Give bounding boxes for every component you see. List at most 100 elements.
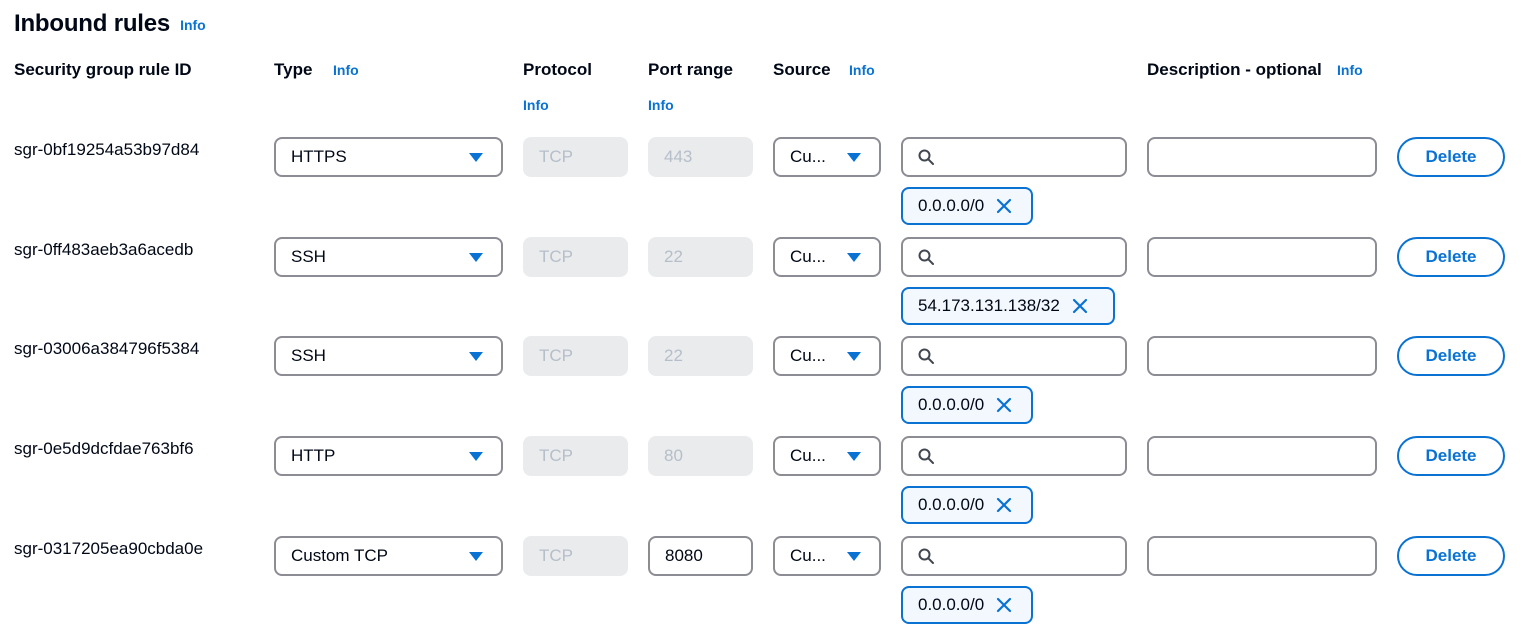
source-type-value: Cu... — [790, 247, 826, 266]
search-icon — [918, 149, 934, 165]
type-select[interactable]: Custom TCP — [274, 536, 503, 576]
source-info-link[interactable]: Info — [849, 62, 875, 78]
source-token: 0.0.0.0/0 — [901, 386, 1033, 424]
type-select[interactable]: HTTPS — [274, 137, 503, 177]
caret-down-icon — [469, 153, 483, 162]
description-input[interactable] — [1147, 137, 1377, 177]
caret-down-icon — [469, 552, 483, 561]
rule-id: sgr-0bf19254a53b97d84 — [14, 140, 200, 159]
description-input[interactable] — [1147, 436, 1377, 476]
type-select[interactable]: SSH — [274, 336, 503, 376]
caret-down-icon — [847, 452, 861, 461]
caret-down-icon — [469, 352, 483, 361]
port-range-value: 80 — [664, 446, 683, 465]
caret-down-icon — [847, 253, 861, 262]
caret-down-icon — [847, 552, 861, 561]
source-type-select[interactable]: Cu... — [773, 237, 881, 277]
source-type-select[interactable]: Cu... — [773, 536, 881, 576]
caret-down-icon — [469, 452, 483, 461]
delete-button[interactable]: Delete — [1397, 237, 1505, 277]
source-search-input[interactable] — [901, 436, 1127, 476]
protocol-value: TCP — [539, 546, 573, 565]
type-info-link[interactable]: Info — [333, 62, 359, 78]
source-type-value: Cu... — [790, 147, 826, 166]
source-type-value: Cu... — [790, 446, 826, 465]
source-token-label: 0.0.0.0/0 — [918, 395, 985, 414]
description-input[interactable] — [1147, 237, 1377, 277]
source-type-select[interactable]: Cu... — [773, 436, 881, 476]
close-icon[interactable] — [996, 397, 1012, 413]
source-token-label: 0.0.0.0/0 — [918, 595, 985, 614]
header-protocol: Protocol — [523, 60, 592, 79]
description-input[interactable] — [1147, 336, 1377, 376]
protocol-field: TCP — [523, 336, 628, 376]
header-port-range: Port range — [648, 60, 734, 79]
section-header: Inbound rules Info — [14, 10, 206, 38]
protocol-field: TCP — [523, 237, 628, 277]
source-type-value: Cu... — [790, 346, 826, 365]
source-type-select[interactable]: Cu... — [773, 336, 881, 376]
type-select-value: HTTPS — [291, 147, 347, 166]
port-range-field: 443 — [648, 137, 753, 177]
rule-id: sgr-0317205ea90cbda0e — [14, 539, 204, 558]
source-search-input[interactable] — [901, 536, 1127, 576]
type-select-value: HTTP — [291, 446, 336, 465]
header-description: Description - optional — [1147, 60, 1322, 79]
search-icon — [918, 249, 934, 265]
port-range-value: 22 — [664, 346, 683, 365]
protocol-value: TCP — [539, 346, 573, 365]
description-input[interactable] — [1147, 536, 1377, 576]
section-info-link[interactable]: Info — [180, 17, 206, 33]
protocol-field: TCP — [523, 137, 628, 177]
caret-down-icon — [847, 352, 861, 361]
protocol-field: TCP — [523, 536, 628, 576]
delete-button[interactable]: Delete — [1397, 336, 1505, 376]
source-search-input[interactable] — [901, 237, 1127, 277]
source-token: 0.0.0.0/0 — [901, 187, 1033, 225]
delete-button[interactable]: Delete — [1397, 436, 1505, 476]
type-select[interactable]: SSH — [274, 237, 503, 277]
close-icon[interactable] — [996, 597, 1012, 613]
source-token: 0.0.0.0/0 — [901, 486, 1033, 524]
protocol-value: TCP — [539, 446, 573, 465]
search-icon — [918, 448, 934, 464]
type-select-value: SSH — [291, 247, 326, 266]
header-source: Source — [773, 60, 831, 79]
protocol-field: TCP — [523, 436, 628, 476]
rule-id: sgr-0e5d9dcfdae763bf6 — [14, 439, 194, 458]
port-range-info-link[interactable]: Info — [648, 97, 674, 113]
protocol-value: TCP — [539, 247, 573, 266]
close-icon[interactable] — [1072, 298, 1088, 314]
port-range-value: 8080 — [665, 546, 703, 565]
rule-id: sgr-03006a384796f5384 — [14, 339, 200, 358]
port-range-field: 22 — [648, 336, 753, 376]
search-icon — [918, 348, 934, 364]
description-info-link[interactable]: Info — [1337, 62, 1363, 78]
type-select-value: Custom TCP — [291, 546, 388, 565]
rule-id: sgr-0ff483aeb3a6acedb — [14, 240, 194, 259]
source-type-value: Cu... — [790, 546, 826, 565]
type-select[interactable]: HTTP — [274, 436, 503, 476]
header-rule-id: Security group rule ID — [14, 60, 192, 79]
port-range-input[interactable]: 8080 — [648, 536, 753, 576]
source-search-input[interactable] — [901, 336, 1127, 376]
port-range-field: 80 — [648, 436, 753, 476]
type-select-value: SSH — [291, 346, 326, 365]
source-token-label: 0.0.0.0/0 — [918, 196, 985, 215]
source-token-label: 0.0.0.0/0 — [918, 495, 985, 514]
search-icon — [918, 548, 934, 564]
caret-down-icon — [469, 253, 483, 262]
source-token: 0.0.0.0/0 — [901, 586, 1033, 624]
delete-button[interactable]: Delete — [1397, 137, 1505, 177]
protocol-info-link[interactable]: Info — [523, 97, 549, 113]
source-token: 54.173.131.138/32 — [901, 287, 1115, 325]
source-type-select[interactable]: Cu... — [773, 137, 881, 177]
protocol-value: TCP — [539, 147, 573, 166]
close-icon[interactable] — [996, 198, 1012, 214]
port-range-value: 443 — [664, 147, 693, 166]
source-token-label: 54.173.131.138/32 — [918, 296, 1060, 315]
port-range-field: 22 — [648, 237, 753, 277]
close-icon[interactable] — [996, 497, 1012, 513]
delete-button[interactable]: Delete — [1397, 536, 1505, 576]
source-search-input[interactable] — [901, 137, 1127, 177]
